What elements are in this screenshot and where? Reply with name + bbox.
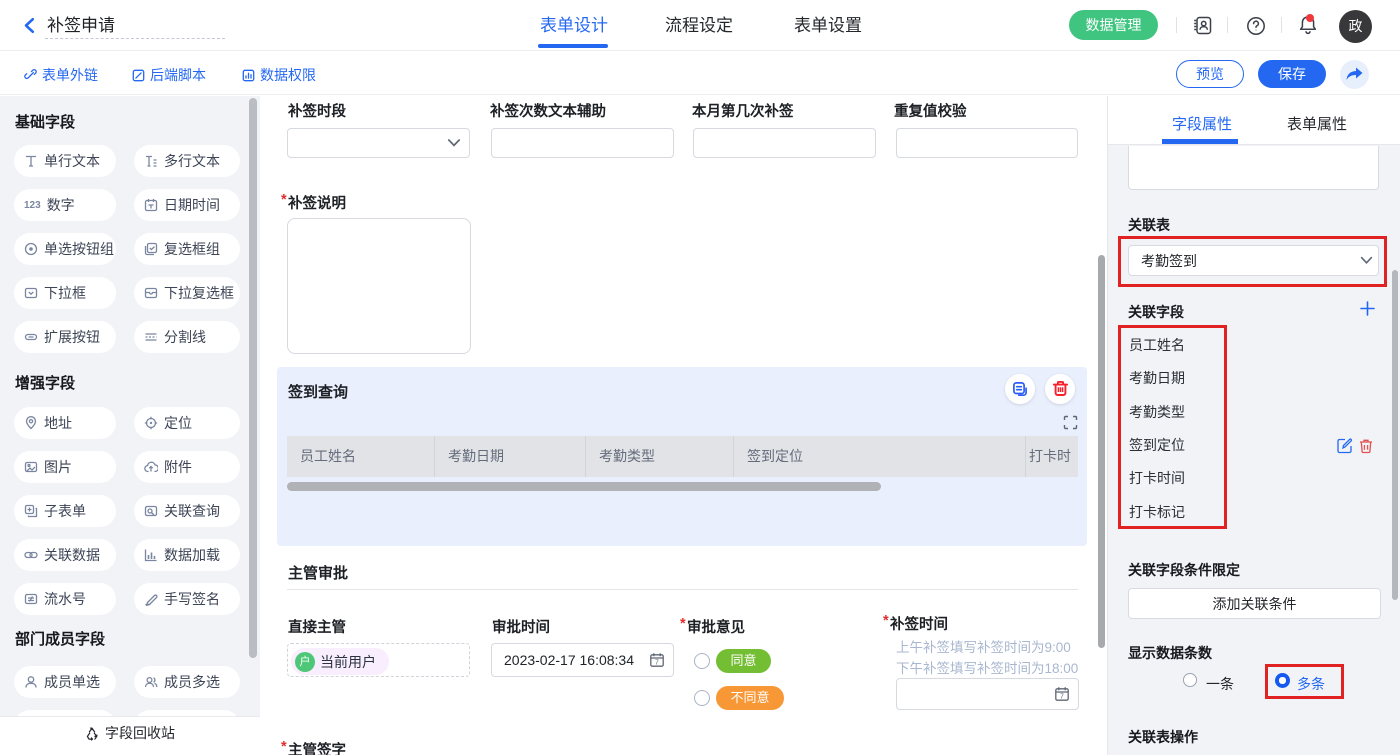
svg-text:7: 7 xyxy=(655,660,659,667)
svg-text:7: 7 xyxy=(1060,694,1064,701)
